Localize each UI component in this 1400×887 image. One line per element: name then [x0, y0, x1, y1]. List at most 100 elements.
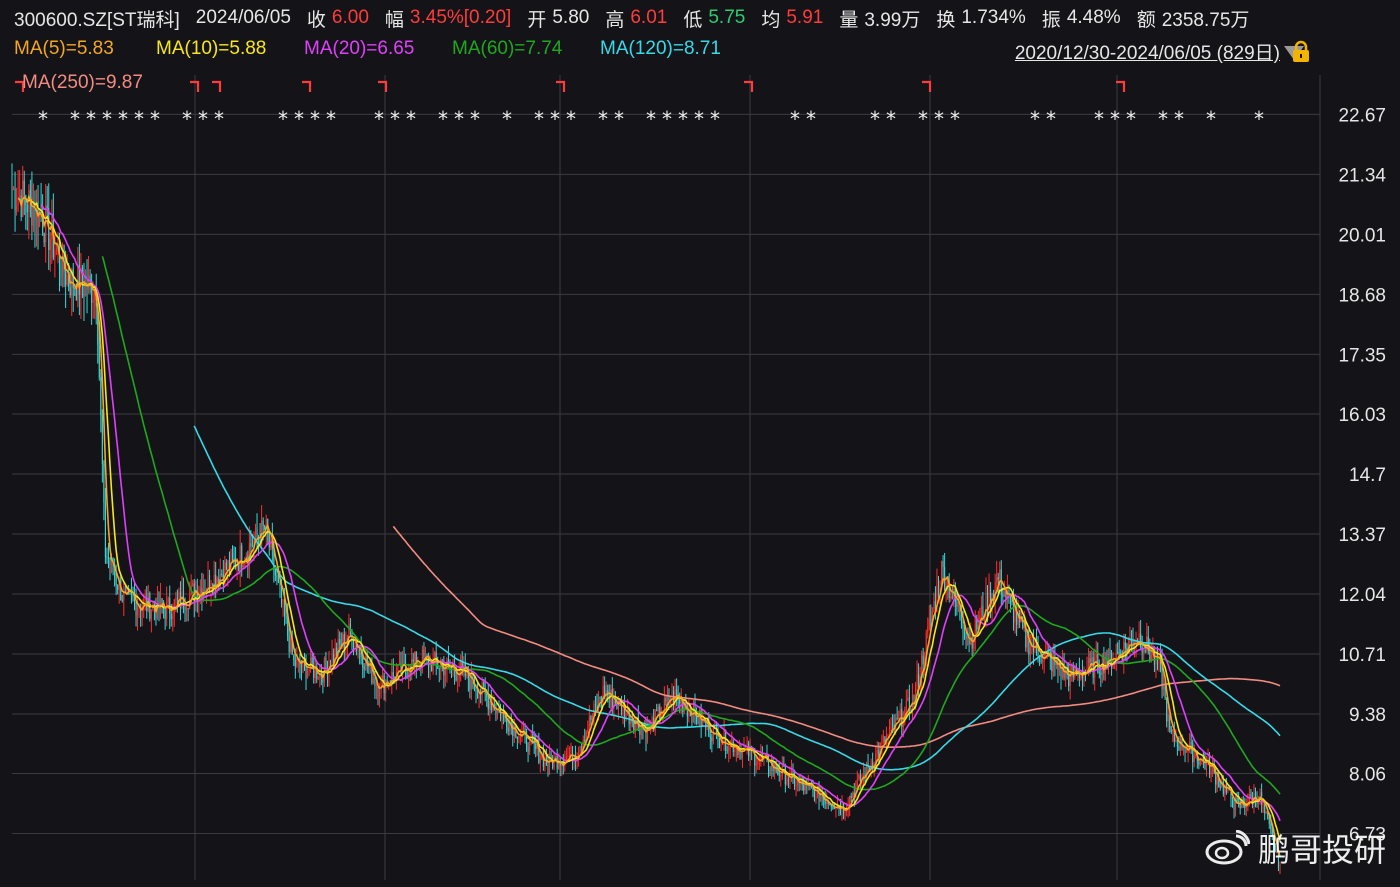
candle-body	[669, 702, 672, 704]
star-marker: *	[950, 107, 960, 131]
candle-body	[150, 609, 152, 619]
candle-body	[858, 774, 860, 780]
candle-body	[933, 600, 935, 612]
ma250-legend[interactable]: MA(250)=9.87	[22, 72, 143, 94]
candle-body	[231, 552, 234, 558]
ma60-legend[interactable]: MA(60)=7.74	[452, 38, 562, 60]
candle-body	[833, 808, 835, 810]
ma5-legend[interactable]: MA(5)=5.83	[14, 38, 114, 60]
star-marker: *	[38, 107, 48, 131]
ma10-legend[interactable]: MA(10)=5.88	[156, 38, 266, 60]
candle-body	[581, 746, 583, 748]
candle-body	[469, 679, 471, 690]
candle-body	[457, 679, 459, 681]
star-marker: *	[934, 107, 944, 131]
candle-body	[1231, 799, 1234, 808]
candle-body	[192, 583, 194, 585]
candle-body	[1098, 672, 1100, 674]
signal-marker	[302, 80, 312, 92]
star-marker: *	[870, 107, 880, 131]
candle-body	[999, 569, 1001, 580]
candle-body	[896, 717, 898, 719]
candle-body	[382, 675, 384, 680]
ma-legend: MA(5)=5.83 MA(10)=5.88 MA(20)=6.65 MA(60…	[0, 38, 1400, 68]
candle-body	[1164, 686, 1166, 698]
candle-body	[414, 651, 416, 662]
star-marker: *	[438, 107, 448, 131]
candle-body	[599, 696, 601, 700]
candle-body	[29, 190, 31, 198]
candle-body	[584, 739, 586, 742]
candle-body	[362, 657, 364, 668]
ma20-legend[interactable]: MA(20)=6.65	[304, 38, 414, 60]
candle-body	[1210, 767, 1212, 775]
candle-body	[1003, 591, 1005, 597]
candle-body	[902, 723, 904, 728]
candle-body	[718, 746, 721, 748]
star-marker: *	[646, 107, 656, 131]
candle-body	[438, 668, 440, 670]
candle-body	[274, 570, 276, 576]
candle-body	[357, 649, 359, 651]
kline-chart[interactable]: 22.67 21.34 20.01 18.68 17.35 16.03 14.7 13.37 1…	[0, 0, 1400, 887]
y-tick-label: 17.35	[1338, 345, 1386, 366]
candle-body	[282, 599, 284, 604]
candle-body	[723, 729, 725, 743]
y-tick-label: 16.03	[1338, 405, 1386, 426]
candle-body	[1100, 672, 1102, 675]
candle-body	[1265, 812, 1267, 814]
candle-body	[1092, 657, 1094, 678]
star-marker: *	[326, 107, 336, 131]
candle-body	[558, 763, 560, 769]
candle-body	[633, 722, 635, 730]
candle-body	[1190, 742, 1192, 744]
candle-body	[207, 574, 209, 590]
weibo-icon	[1205, 830, 1250, 865]
candle-body	[731, 741, 733, 743]
star-marker: *	[1126, 107, 1136, 131]
candle-body	[1002, 593, 1004, 597]
signal-marker	[744, 80, 754, 92]
candle-body	[956, 601, 958, 607]
candle-body	[892, 723, 894, 726]
candle-body	[343, 634, 345, 649]
lock-icon[interactable]	[1290, 40, 1312, 64]
candle-body	[757, 761, 759, 764]
candle-body	[691, 716, 693, 723]
candle-body	[1268, 819, 1270, 824]
candle-body	[392, 672, 394, 677]
candle-body	[899, 708, 901, 717]
ma120-legend[interactable]: MA(120)=8.71	[600, 38, 721, 60]
candle-body	[12, 188, 15, 191]
candle-body	[697, 721, 699, 724]
star-marker: *	[502, 107, 512, 131]
star-marker: *	[614, 107, 624, 131]
candle-body	[665, 698, 667, 702]
candle-body	[555, 756, 557, 758]
candle-body	[221, 574, 223, 576]
candle-body	[1042, 659, 1044, 663]
candle-body	[1143, 650, 1145, 653]
candle-body	[898, 716, 900, 719]
candle-body	[539, 758, 541, 763]
candle-body	[121, 600, 123, 602]
candle-body	[238, 563, 240, 571]
candle-body	[372, 678, 374, 683]
candle-body	[423, 649, 425, 658]
date-range[interactable]: 2020/12/30-2024/06/05 (829日)	[1015, 38, 1280, 65]
candle-body	[172, 614, 174, 620]
candle-body	[996, 577, 998, 583]
candle-body	[513, 724, 515, 736]
candle-body	[92, 299, 94, 303]
candle-body	[137, 607, 139, 616]
star-marker: *	[294, 107, 304, 131]
star-marker: *	[534, 107, 544, 131]
candle-body	[296, 658, 298, 667]
y-tick-label: 12.04	[1338, 585, 1386, 606]
candle-body	[548, 753, 551, 767]
candle-body	[728, 747, 730, 751]
candle-body	[928, 619, 930, 627]
candle-body	[363, 667, 365, 670]
watermark-text: 鹏哥投研	[1257, 832, 1386, 868]
candle-body	[83, 285, 85, 297]
